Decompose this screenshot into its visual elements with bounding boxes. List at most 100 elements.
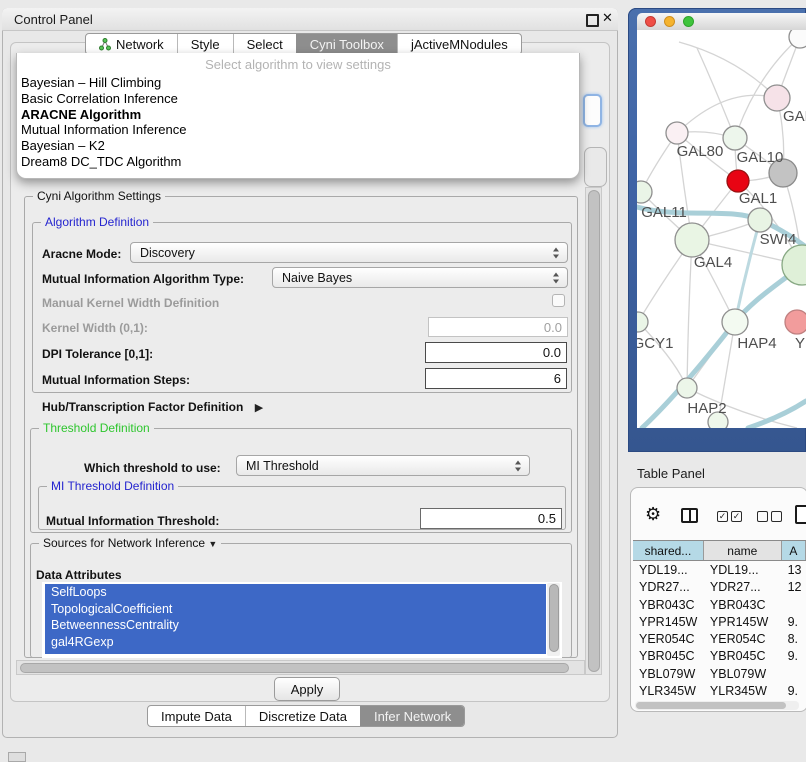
table-row[interactable]: YDL19...YDL19...13 [633,562,806,579]
column-layout-icon[interactable] [681,508,698,523]
table-cell: YBR043C [704,597,782,614]
algorithm-option-aracne-algorithm[interactable]: ARACNE Algorithm [17,107,579,123]
apply-button[interactable]: Apply [274,677,340,701]
column-header-shared[interactable]: shared... [633,541,704,560]
float-window-icon[interactable] [586,14,599,27]
table-cell: YPR145W [633,614,704,631]
network-node[interactable] [723,126,747,150]
network-icon [99,38,111,51]
table-scrollbar-thumb[interactable] [636,702,786,709]
zoom-traffic-light-icon[interactable] [683,16,694,27]
network-node[interactable] [727,170,749,192]
which-threshold-select[interactable]: MI Threshold [236,455,530,476]
network-node[interactable] [748,208,772,232]
data-attributes-list[interactable]: SelfLoopsTopologicalCoefficientBetweenne… [42,582,562,658]
table-row[interactable]: YER054CYER054C8. [633,631,806,648]
network-node-label: GCY1 [637,335,673,352]
export-table-icon[interactable] [795,505,806,524]
mi-algorithm-type-select[interactable]: Naive Bayes [272,267,568,288]
table-row[interactable]: YBR043CYBR043C [633,597,806,614]
tab-select[interactable]: Select [233,34,296,54]
bottom-tab-impute-data[interactable]: Impute Data [148,706,245,726]
hub-definition-toggle[interactable]: Hub/Transcription Factor Definition ▶ [42,400,263,414]
table-row[interactable]: YBL079WYBL079W [633,666,806,683]
stepper-arrows-icon [553,272,560,283]
kernel-width-field[interactable] [428,317,568,337]
threshold-definition-title: Threshold Definition [39,421,154,435]
data-attributes-selection: SelfLoopsTopologicalCoefficientBetweenne… [45,584,546,654]
attribute-item-gal4rgexp[interactable]: gal4RGexp [45,634,546,651]
algorithm-option-bayesian-k2[interactable]: Bayesian – K2 [17,138,579,154]
table-row[interactable]: YLR345WYLR345W9. [633,683,806,700]
algorithm-option-dream8-dc-tdc-algorithm[interactable]: Dream8 DC_TDC Algorithm [17,154,579,170]
algorithm-option-basic-correlation-inference[interactable]: Basic Correlation Inference [17,91,579,107]
attribute-item-betweennesscentrality[interactable]: BetweennessCentrality [45,617,546,634]
settings-horizontal-scrollbar[interactable] [16,660,585,675]
tab-style-label: Style [191,37,220,52]
minimize-traffic-light-icon[interactable] [664,16,675,27]
table-row[interactable]: YPR145WYPR145W9. [633,614,806,631]
network-node[interactable] [637,181,652,203]
column-header-a[interactable]: A [782,541,806,560]
column-header-name[interactable]: name [704,541,782,560]
deselect-all-icon[interactable] [757,511,768,522]
attribute-item-selfloops[interactable]: SelfLoops [45,584,546,601]
select-all-check-icon[interactable]: ✓ [717,511,728,522]
network-node-label: GAL80 [677,143,724,160]
mi-steps-field[interactable] [425,368,567,389]
network-node[interactable] [666,122,688,144]
dpi-tolerance-field[interactable] [425,342,567,363]
network-node[interactable] [637,312,648,332]
horizontal-scrollbar-thumb[interactable] [20,663,569,673]
bottom-tab-infer-network[interactable]: Infer Network [360,706,464,726]
network-window-titlebar[interactable] [637,13,806,30]
gear-icon[interactable]: ⚙ [645,504,661,525]
mi-threshold-group-title: MI Threshold Definition [47,479,178,493]
select-all-check-icon[interactable]: ✓ [731,511,742,522]
dpi-tolerance-label: DPI Tolerance [0,1]: [42,347,153,361]
network-edge [687,240,692,388]
collapsed-arrow-icon: ▶ [255,402,263,414]
aracne-mode-select[interactable]: Discovery [130,242,568,263]
network-node-label: HAP4 [737,335,776,352]
bottom-tab-discretize-data[interactable]: Discretize Data [245,706,360,726]
network-node[interactable] [675,223,709,257]
close-icon[interactable]: ✕ [602,10,613,26]
attribute-item-topologicalcoefficient[interactable]: TopologicalCoefficient [45,601,546,618]
expanded-arrow-icon: ▼ [208,539,217,549]
algorithm-option-mutual-information-inference[interactable]: Mutual Information Inference [17,122,579,138]
network-node[interactable] [722,309,748,335]
table-cell [782,666,806,683]
table-row[interactable]: YBR045CYBR045C9. [633,648,806,665]
tab-cyni-toolbox[interactable]: Cyni Toolbox [296,34,397,54]
network-node-label: GAL4 [694,254,732,271]
mi-steps-label: Mutual Information Steps: [42,373,190,387]
table-cell: YER054C [633,631,704,648]
settings-vertical-scrollbar[interactable] [585,187,602,675]
groupbox-fragment [584,147,607,187]
table-cell: YDL19... [633,562,704,579]
minimized-panel-icon[interactable] [8,752,26,762]
close-traffic-light-icon[interactable] [645,16,656,27]
tab-jactivemnodules[interactable]: jActiveMNodules [397,34,521,54]
network-node[interactable] [785,310,806,334]
network-node[interactable] [677,378,697,398]
list-scrollbar-thumb[interactable] [549,584,559,652]
network-node-label: HAP2 [687,400,726,417]
table-row[interactable]: YDR27...YDR27...12 [633,579,806,596]
list-vertical-scrollbar[interactable] [547,583,560,656]
vertical-scrollbar-thumb[interactable] [588,190,600,672]
algorithm-option-bayesian-hill-climbing[interactable]: Bayesian – Hill Climbing [17,75,579,91]
network-canvas[interactable]: GALGAL80GAL10GAL1GAL11SWI4GAL4GCY1HAP4YH… [637,30,806,428]
tab-network[interactable]: Network [86,34,177,54]
tab-style[interactable]: Style [177,34,233,54]
deselect-all-icon[interactable] [771,511,782,522]
manual-kernel-checkbox[interactable] [552,294,565,307]
table-horizontal-scrollbar[interactable] [635,701,799,710]
control-panel-titlebar[interactable] [2,8,618,31]
sources-title[interactable]: Sources for Network Inference ▼ [39,536,221,550]
stepper-arrows-icon [553,247,560,258]
mi-threshold-field[interactable] [420,508,562,529]
cyni-algorithm-settings-title: Cyni Algorithm Settings [33,189,165,203]
table-cell: YBL079W [633,666,704,683]
